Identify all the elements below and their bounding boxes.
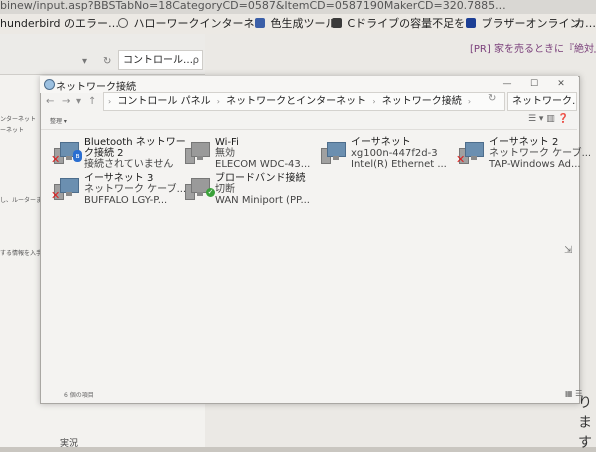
adapter-status: ネットワーク ケーブ... (489, 148, 592, 159)
adapter-broadband[interactable]: ✓ ブロードバンド接続 切断 WAN Miniport (PP... (185, 173, 318, 211)
minimize-button[interactable]: — (494, 77, 520, 91)
bookmark-color-tool[interactable]: 色生成ツール (255, 17, 337, 31)
bookmark-label: カ… (574, 17, 596, 30)
bookmark-c-drive[interactable]: Cドライブの容量不足を… (332, 17, 476, 31)
adapter-device: BUFFALO LGY-P... (84, 195, 168, 206)
adapter-ethernet-3[interactable]: ✕ イーサネット 3 ネットワーク ケーブ... BUFFALO LGY-P..… (51, 173, 187, 211)
page-text: ります (578, 395, 592, 451)
close-button[interactable]: ✕ (548, 77, 574, 91)
view-toggle-icon[interactable]: ▦ ☰ (565, 389, 582, 398)
command-bar (41, 113, 577, 130)
network-adapter-icon: ✕ (456, 140, 484, 165)
item-count: 6 個の項目 (64, 392, 94, 399)
chevron-right-icon: › (467, 97, 472, 106)
bookmark-hellowork[interactable]: ハローワークインターネ… (118, 17, 266, 31)
adapter-name: イーサネット 3 (84, 173, 154, 184)
adapter-status: 接続されていません (84, 159, 174, 170)
window-title: ネットワーク接続 (56, 82, 136, 93)
adapter-name: イーサネット (351, 137, 411, 148)
chevron-right-icon: › (372, 97, 376, 106)
forward-arrow-icon[interactable]: → (62, 96, 70, 107)
globe-icon (118, 18, 128, 28)
view-options-icon[interactable]: ☰ ▾ ▥ ❓ (528, 114, 569, 124)
network-icon (44, 79, 55, 90)
adapter-wifi[interactable]: Wi-Fi 無効 ELECOM WDC-43... (185, 137, 318, 175)
maximize-button[interactable]: ☐ (521, 77, 547, 91)
background-address-text: コントロール… (123, 55, 193, 66)
network-adapter-icon: ✕ (51, 176, 79, 201)
adapter-name: イーサネット 2 (489, 137, 559, 148)
chevron-right-icon: › (216, 97, 220, 106)
adapter-status: xg100n-447f2d-3 (351, 148, 438, 159)
search-input[interactable]: ネットワーク… (507, 92, 577, 111)
adapter-bluetooth[interactable]: ✕ ʙ Bluetooth ネットワー ク接続 2 接続されていません (51, 137, 187, 175)
side-text: ンターネット (0, 116, 37, 123)
bookmark-other[interactable]: カ… (574, 17, 596, 31)
bookmark-label: Cドライブの容量不足を… (347, 17, 477, 30)
adapter-status: ネットワーク ケーブ... (84, 184, 187, 195)
error-x-icon: ✕ (51, 189, 61, 202)
side-text: ーネット (0, 127, 25, 134)
adapter-name: ブロードバンド接続 (215, 173, 306, 184)
bookmark-label: hunderbird のエラー… (0, 17, 120, 30)
page-icon (332, 18, 342, 28)
search-icon[interactable]: ρ (193, 51, 199, 69)
adapter-device: ELECOM WDC-43... (215, 159, 311, 170)
adapter-status: 切断 (215, 184, 235, 195)
adapter-status: 無効 (215, 148, 235, 159)
refresh-icon[interactable]: ↻ (103, 56, 111, 67)
chevron-down-icon[interactable]: ▾ (76, 96, 81, 107)
bookmark-label: ハローワークインターネ… (133, 17, 266, 30)
breadcrumb[interactable]: › コントロール パネル › ネットワークとインターネット › ネットワーク接続… (103, 92, 505, 111)
bluetooth-icon: ʙ (73, 150, 82, 162)
bookmark-label: 色生成ツール (270, 17, 337, 30)
network-adapter-icon: ✓ (185, 176, 215, 200)
adapter-name: Bluetooth ネットワー (84, 137, 186, 148)
adapter-ethernet-2[interactable]: ✕ イーサネット 2 ネットワーク ケーブ... TAP-Windows Ad.… (456, 137, 592, 175)
mouse-cursor-icon: ⇲ (564, 245, 573, 256)
bookmark-thunderbird[interactable]: hunderbird のエラー… (0, 17, 119, 31)
error-x-icon: ✕ (456, 153, 466, 166)
adapter-device: WAN Miniport (PP... (215, 195, 310, 206)
adapter-device: TAP-Windows Ad... (489, 159, 581, 170)
bookmark-label: ブラザーオンライン (481, 17, 581, 30)
page-text: 実況 (60, 439, 79, 449)
refresh-icon[interactable]: ↻ (488, 93, 496, 104)
breadcrumb-network-internet[interactable]: ネットワークとインターネット (226, 96, 366, 107)
tool-icon (255, 18, 265, 28)
error-x-icon: ✕ (51, 153, 61, 166)
network-adapter-icon (321, 140, 346, 164)
window-controls: — ☐ ✕ (494, 77, 576, 91)
background-address-bar[interactable]: コントロール… ρ (118, 50, 203, 70)
adapter-name: Wi-Fi (215, 137, 239, 148)
adapter-name: ク接続 2 (84, 148, 124, 159)
chevron-right-icon: › (108, 97, 112, 106)
breadcrumb-network-connections[interactable]: ネットワーク接続 (382, 96, 462, 107)
chevron-down-icon[interactable]: ▾ (82, 56, 87, 67)
browser-url-bar[interactable]: binew/input.asp?BBSTabNo=18CategoryCD=05… (0, 0, 596, 14)
adapter-ethernet[interactable]: イーサネット xg100n-447f2d-3 Intel(R) Ethernet… (321, 137, 454, 175)
organize-button[interactable]: 整理 ▾ (50, 116, 67, 125)
brother-icon (466, 18, 476, 28)
check-icon: ✓ (206, 188, 215, 197)
up-arrow-icon[interactable]: ↑ (88, 96, 96, 107)
adapter-device: Intel(R) Ethernet ... (351, 159, 447, 170)
status-bar (41, 388, 577, 402)
ad-text[interactable]: [PR] 家を売るときに『絶対』 (470, 40, 596, 55)
network-adapter-icon: ✕ ʙ (51, 140, 82, 165)
breadcrumb-control-panel[interactable]: コントロール パネル (117, 96, 210, 107)
back-arrow-icon[interactable]: ← (46, 96, 54, 107)
bookmarks-bar: hunderbird のエラー… ハローワークインターネ… 色生成ツール Cドラ… (0, 14, 596, 35)
network-adapter-icon (185, 140, 210, 164)
bookmark-brother[interactable]: ブラザーオンライン (466, 17, 581, 31)
